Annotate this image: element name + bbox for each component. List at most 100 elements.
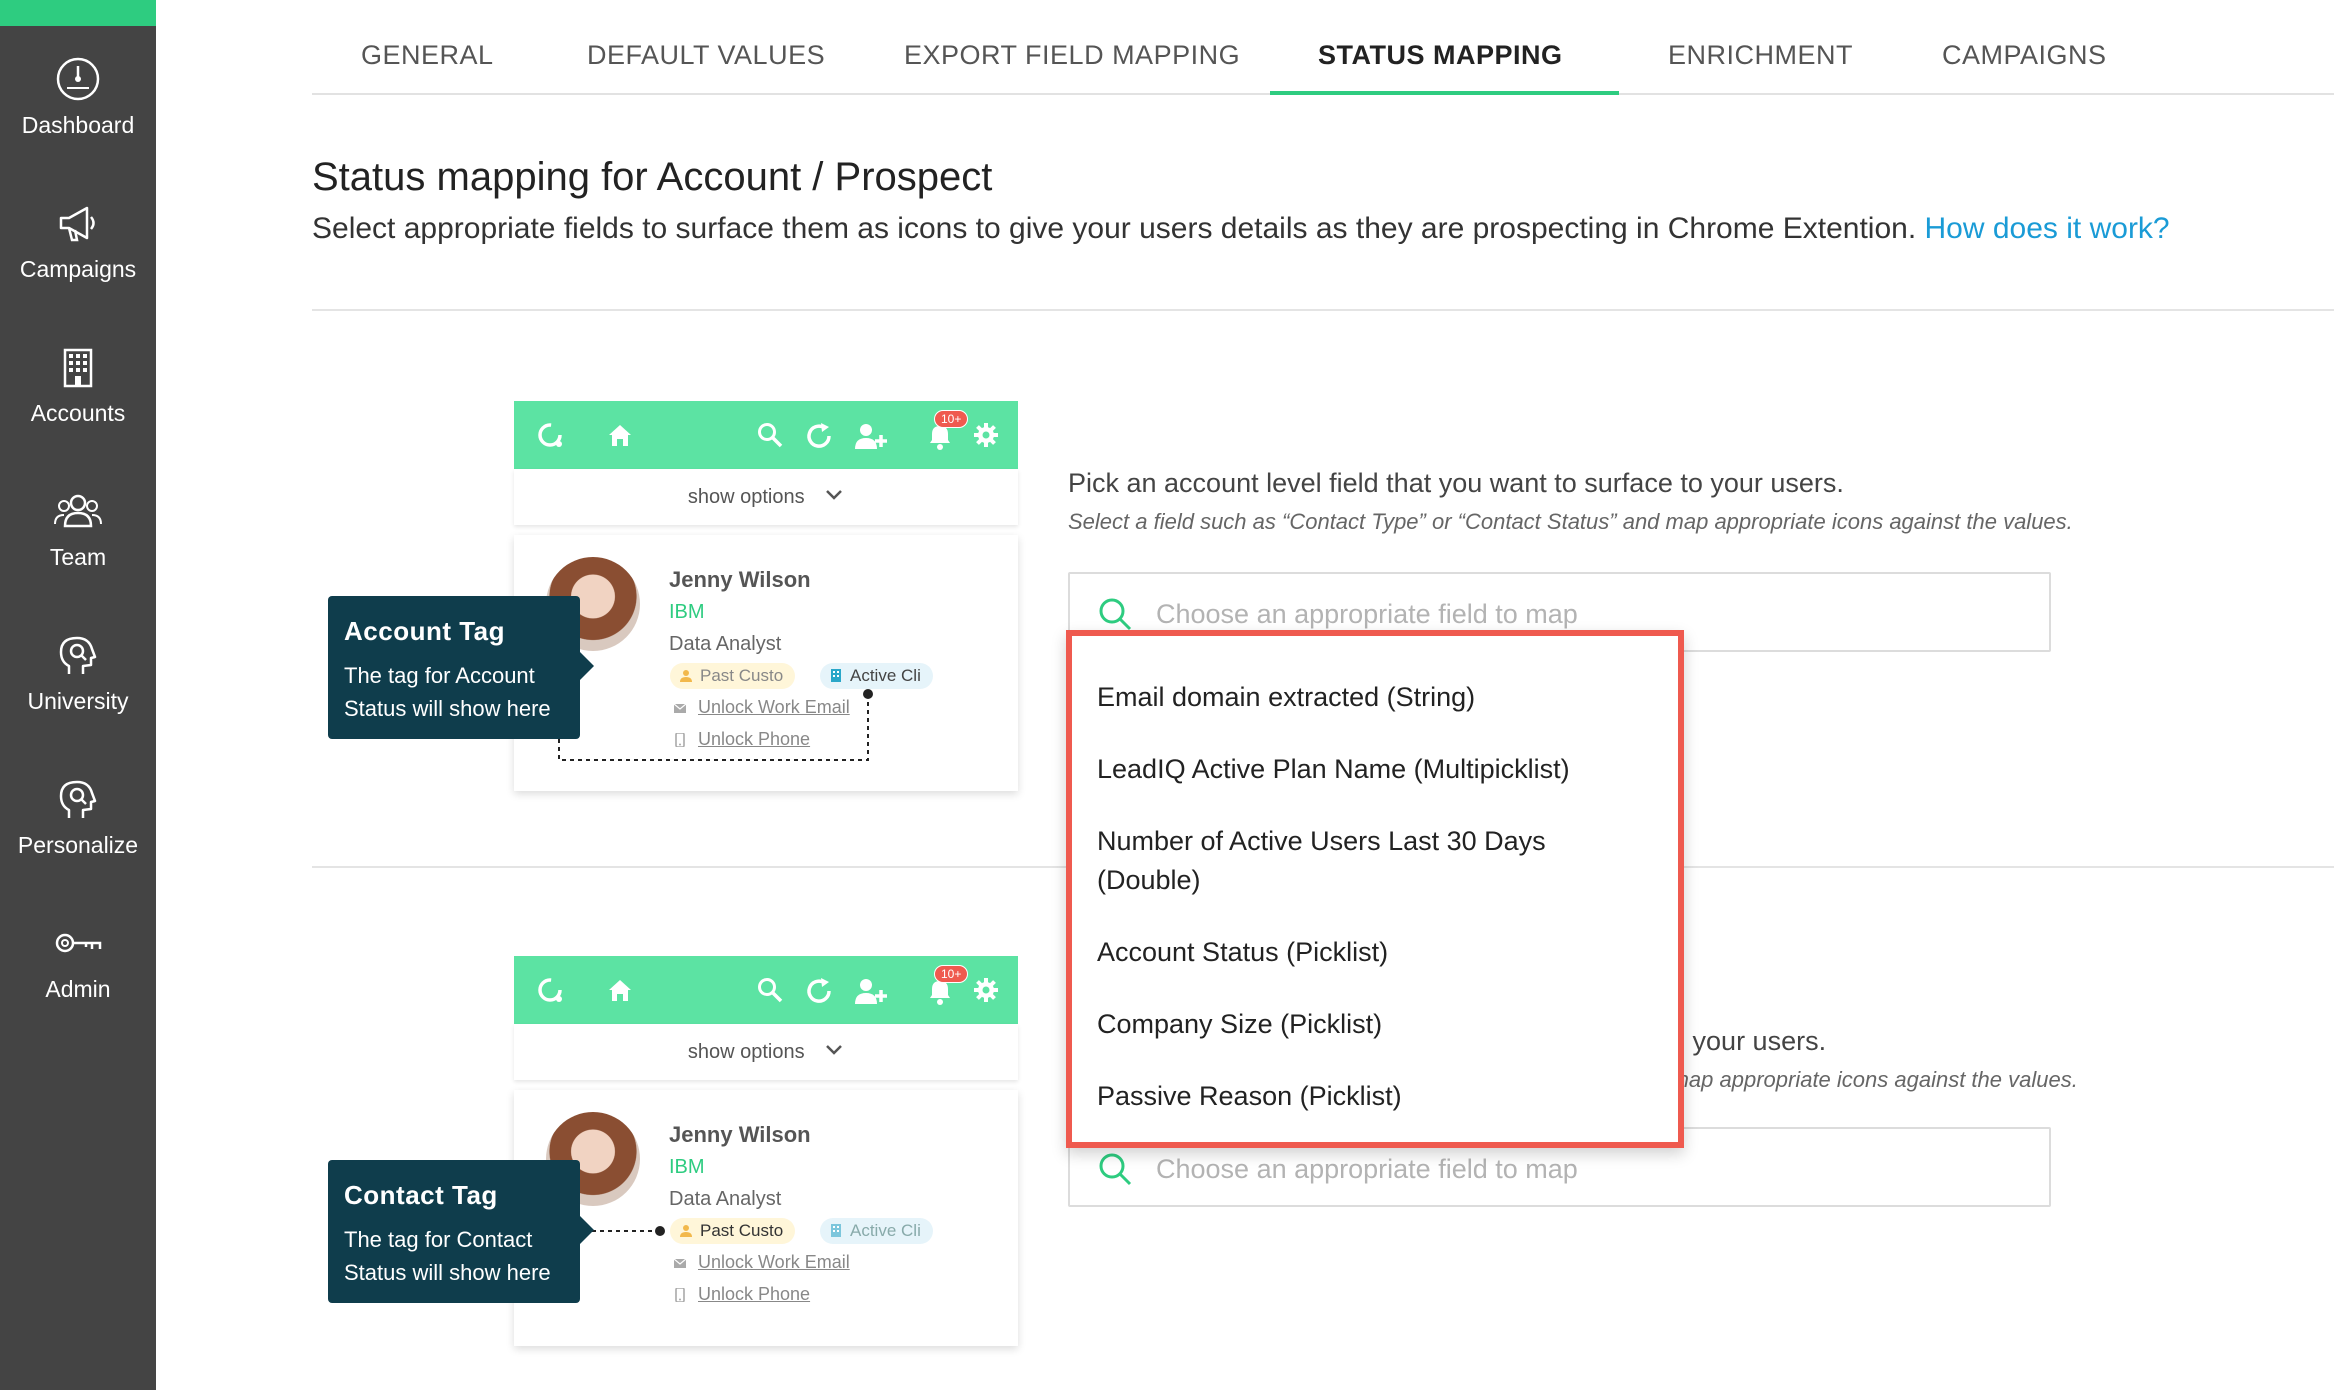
prospect-name: Jenny Wilson [669,1122,811,1147]
contact-field-search-input[interactable] [1156,1151,2016,1187]
search-icon [1099,598,1132,631]
account-tag-title: Account Tag [344,616,506,646]
sidebar-accent-bar [0,0,156,26]
people-icon [54,494,102,528]
account-hint-text: Select a field such as “Contact Type” or… [1068,509,2073,534]
contact-status-tag: Past Custo [670,1218,796,1244]
tab-campaigns[interactable]: CAMPAIGNS [1942,40,2107,71]
tab-default-values[interactable]: DEFAULT VALUES [587,40,825,71]
contact-instructions: e to your users. nd map appropriate icon… [1640,1026,2078,1093]
tab-bar: GENERAL DEFAULT VALUES EXPORT FIELD MAPP… [312,0,2334,95]
unlock-work-email-link[interactable]: Unlock Work Email [674,1252,850,1273]
phone-icon [675,1288,685,1302]
show-options-label: show options [687,486,805,508]
chevron-down-icon [826,1045,843,1055]
extension-toolbar: 10+ [514,956,1018,1024]
gear-icon[interactable] [972,421,1000,449]
show-options-toggle[interactable]: show options [514,1024,1018,1080]
person-icon [680,1225,692,1237]
refresh-icon[interactable] [804,421,834,451]
dropdown-option[interactable]: Number of Active Users Last 30 Days (Dou… [1097,822,1577,900]
dashboard-gauge-icon [56,57,100,101]
sidebar-item-university[interactable]: University [0,632,156,762]
dropdown-option[interactable]: LeadIQ Active Plan Name (Multipicklist) [1097,750,1657,789]
notification-badge: 10+ [934,410,969,428]
contact-tag-connector [592,1226,665,1236]
add-user-icon[interactable] [854,421,888,451]
sidebar-item-label: Dashboard [21,112,135,138]
page-title: Status mapping for Account / Prospect [312,155,993,199]
account-instructions: Pick an account level field that you wan… [1068,468,2073,535]
prospect-company: IBM [669,1156,705,1178]
prospect-company: IBM [669,601,705,623]
contact-hint-text: nd map appropriate icons against the val… [1640,1067,2078,1092]
contact-tag-title: Contact Tag [344,1180,498,1210]
extension-toolbar: 10+ [514,401,1018,469]
notification-badge: 10+ [934,965,969,983]
dropdown-option[interactable]: Account Status (Picklist) [1097,933,1657,972]
gear-icon[interactable] [972,976,1000,1004]
sidebar-item-label: University [27,688,129,714]
mail-icon [674,1258,686,1268]
sidebar: Dashboard Campaigns Accounts Team Univer… [0,0,156,1390]
field-options-dropdown: Email domain extracted (String) LeadIQ A… [1066,630,1684,1148]
show-options-toggle[interactable]: show options [514,469,1018,525]
sidebar-item-label: Admin [45,976,111,1002]
head-search-icon [59,780,97,818]
sidebar-item-accounts[interactable]: Accounts [0,344,156,474]
sidebar-item-campaigns[interactable]: Campaigns [0,200,156,330]
leadiq-logo-icon [538,423,562,447]
dropdown-option[interactable]: Company Size (Picklist) [1097,1005,1657,1044]
sidebar-item-team[interactable]: Team [0,488,156,618]
sidebar-item-admin[interactable]: Admin [0,920,156,1050]
account-status-tag-label: Active Cli [850,666,921,685]
contact-tag-description: The tag for Contact Status will show her… [344,1227,551,1285]
home-icon[interactable] [606,421,634,449]
contact-status-tag-label: Past Custo [700,1221,784,1240]
building-icon [831,669,841,682]
page-description: Select appropriate fields to surface the… [312,212,2170,246]
tab-export-field-mapping[interactable]: EXPORT FIELD MAPPING [904,40,1240,71]
refresh-icon[interactable] [804,976,834,1006]
contact-instruction-text: e to your users. [1640,1026,1827,1056]
page-description-text: Select appropriate fields to surface the… [312,212,1917,245]
active-tab-indicator [1270,91,1619,95]
home-icon[interactable] [606,976,634,1004]
sidebar-item-label: Campaigns [19,256,137,282]
chevron-down-icon [826,490,843,500]
tab-enrichment[interactable]: ENRICHMENT [1668,40,1853,71]
account-tag-callout: Account Tag The tag for Account Status w… [328,596,594,739]
sidebar-item-dashboard[interactable]: Dashboard [0,56,156,186]
unlock-work-email-label: Unlock Work Email [698,1252,850,1272]
leadiq-logo-icon [538,978,562,1002]
prospect-name: Jenny Wilson [669,567,811,592]
search-icon [1099,1153,1132,1186]
help-link[interactable]: How does it work? [1925,212,2170,245]
tab-general[interactable]: GENERAL [361,40,494,71]
sidebar-item-label: Team [49,544,107,570]
contact-status-tag-label: Past Custo [700,666,784,685]
key-icon [55,933,102,953]
account-tag-description: The tag for Account Status will show her… [344,663,551,721]
account-status-tag: Active Cli [820,1218,933,1244]
sidebar-item-label: Accounts [30,400,126,426]
building-icon [63,348,93,388]
extension-preview-contact: 10+ show options Jenny Wilson IBM Data A… [514,956,1018,1346]
prospect-job-title: Data Analyst [669,633,782,655]
head-search-icon [59,636,97,674]
building-icon [831,1224,841,1237]
dropdown-option[interactable]: Email domain extracted (String) [1097,678,1657,717]
show-options-label: show options [687,1041,805,1063]
sidebar-item-label: Personalize [17,832,139,858]
sidebar-item-personalize[interactable]: Personalize [0,776,156,906]
search-icon[interactable] [756,421,784,449]
add-user-icon[interactable] [854,976,888,1006]
account-tag-connector [558,689,873,761]
account-field-search-input[interactable] [1156,596,2016,632]
dropdown-option[interactable]: Passive Reason (Picklist) [1097,1077,1657,1116]
tab-status-mapping[interactable]: STATUS MAPPING [1318,40,1563,71]
search-icon[interactable] [756,976,784,1004]
prospect-job-title: Data Analyst [669,1188,782,1210]
person-icon [680,670,692,682]
unlock-phone-link[interactable]: Unlock Phone [674,1284,810,1305]
